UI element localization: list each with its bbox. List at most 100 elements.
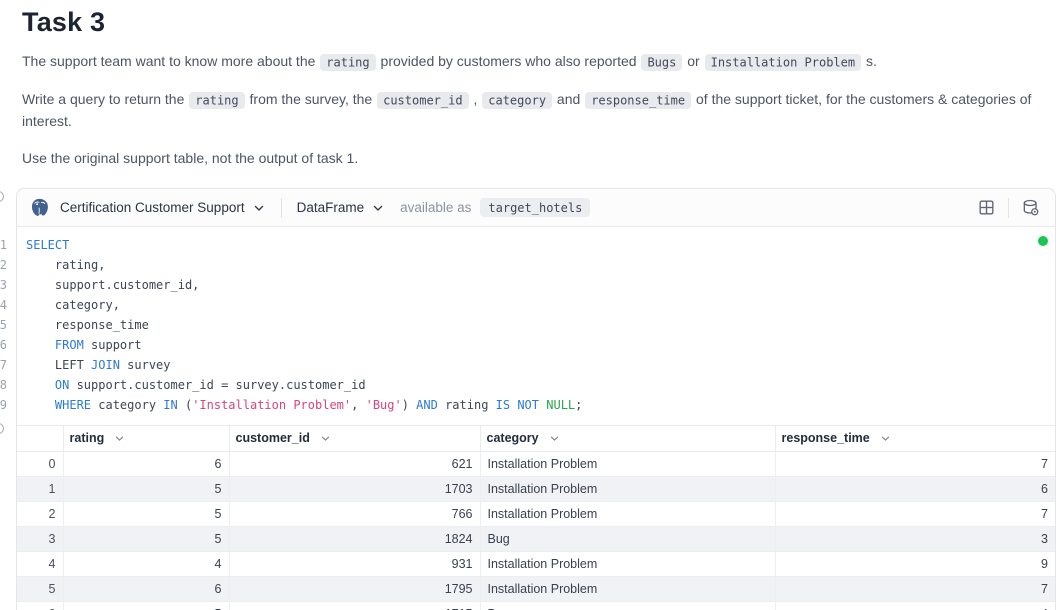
chevron-down-icon <box>252 201 266 215</box>
inline-code-chip: rating <box>189 92 244 109</box>
cell-rating: 6 <box>63 451 229 476</box>
cell-response_time: 3 <box>775 526 1055 551</box>
cell-category: Installation Problem <box>480 576 775 601</box>
sql-token: IN <box>163 398 177 412</box>
sql-token: support.customer_id = survey.customer_id <box>69 378 365 392</box>
row-index: 5 <box>17 576 63 601</box>
cell-response_time: 7 <box>775 451 1055 476</box>
table-row: 351824Bug3 <box>17 526 1055 551</box>
cell-response_time: 9 <box>775 551 1055 576</box>
row-index: 0 <box>17 451 63 476</box>
paragraph-text: s. <box>862 53 877 69</box>
output-type-selector[interactable]: DataFrame <box>297 200 386 215</box>
column-header-index <box>17 426 63 451</box>
row-index: 6 <box>17 601 63 610</box>
sql-token: rating, <box>26 258 105 272</box>
output-type-label: DataFrame <box>297 200 365 215</box>
line-number: 5 <box>0 315 7 335</box>
available-as-label: available as <box>400 200 471 215</box>
cell-customer_id: 1703 <box>229 476 480 501</box>
line-number: 8 <box>0 375 7 395</box>
sql-token <box>26 398 55 412</box>
line-number: 7 <box>0 355 7 375</box>
paragraph-text: from the survey, the <box>246 91 376 107</box>
code-line: SELECT <box>17 235 1055 255</box>
code-line: ON support.customer_id = survey.customer… <box>17 375 1055 395</box>
code-line: FROM support <box>17 335 1055 355</box>
available-as-chip[interactable]: target_hotels <box>480 198 590 217</box>
column-label: customer_id <box>236 431 310 445</box>
task-paragraph: Use the original support table, not the … <box>22 148 1032 169</box>
column-header-customer_id[interactable]: customer_id <box>229 426 480 451</box>
sql-token: 'Bug' <box>366 398 402 412</box>
database-preview-icon <box>1021 198 1041 218</box>
sql-token: survey <box>120 358 171 372</box>
table-row: 06621Installation Problem7 <box>17 451 1055 476</box>
line-number: 3 <box>0 275 7 295</box>
chevron-down-icon <box>113 432 126 445</box>
inline-code-chip: customer_id <box>377 92 468 109</box>
sql-token: NULL <box>546 398 575 412</box>
table-row: 561795Installation Problem7 <box>17 576 1055 601</box>
code-line: WHERE category IN ('Installation Problem… <box>17 395 1055 415</box>
line-number: 6 <box>0 335 7 355</box>
results-section: rating customer_id category response_time 0… <box>17 425 1055 610</box>
database-preview-icon-button[interactable] <box>1019 196 1043 220</box>
sql-token: ) <box>402 398 416 412</box>
code-line: category, <box>17 295 1055 315</box>
code-line: response_time <box>17 315 1055 335</box>
cell-run-button[interactable] <box>0 191 4 202</box>
sql-token <box>26 338 55 352</box>
inline-code-chip: response_time <box>585 92 691 109</box>
chevron-down-icon <box>548 432 561 445</box>
postgres-icon <box>29 197 50 218</box>
sql-editor[interactable]: 123456789 SELECT rating, support.custome… <box>17 227 1055 425</box>
sql-token: LEFT <box>26 358 91 372</box>
cell-rating: 5 <box>63 601 229 610</box>
sql-token: category <box>91 398 163 412</box>
row-index: 4 <box>17 551 63 576</box>
sql-token: 'Installation Problem' <box>192 398 351 412</box>
sql-token: category, <box>26 298 120 312</box>
table-grid-icon <box>977 198 996 217</box>
chevron-down-icon <box>319 432 332 445</box>
inline-code-chip: Bugs <box>641 54 682 71</box>
sql-cell-header: Certification Customer Support DataFrame… <box>17 189 1055 227</box>
column-header-rating[interactable]: rating <box>63 426 229 451</box>
results-collapse-button[interactable] <box>0 423 4 434</box>
code-line: support.customer_id, <box>17 275 1055 295</box>
cell-rating: 5 <box>63 526 229 551</box>
column-header-response_time[interactable]: response_time <box>775 426 1055 451</box>
paragraph-text: and <box>553 91 584 107</box>
results-table: rating customer_id category response_time 0… <box>17 426 1055 610</box>
sql-token: SELECT <box>26 238 69 252</box>
cell-customer_id: 1824 <box>229 526 480 551</box>
line-number: 4 <box>0 295 7 315</box>
page-title: Task 3 <box>22 6 1037 38</box>
task-intro: Task 3 The support team want to know mor… <box>0 0 1059 169</box>
sql-token: IS NOT <box>496 398 539 412</box>
header-divider <box>281 198 282 218</box>
notebook-page: Task 3 The support team want to know mor… <box>0 0 1059 610</box>
sql-token <box>26 378 55 392</box>
source-selector[interactable]: Certification Customer Support <box>60 200 266 215</box>
cell-rating: 4 <box>63 551 229 576</box>
column-header-category[interactable]: category <box>480 426 775 451</box>
sql-token: WHERE <box>55 398 91 412</box>
cell-category: Installation Problem <box>480 501 775 526</box>
sql-cell: Certification Customer Support DataFrame… <box>16 188 1056 610</box>
paragraph-text: Write a query to return the <box>22 91 188 107</box>
line-number: 9 <box>0 395 7 415</box>
code-line: rating, <box>17 255 1055 275</box>
column-label: category <box>487 431 539 445</box>
sql-token: JOIN <box>91 358 120 372</box>
sql-token: , <box>351 398 365 412</box>
table-grid-icon-button[interactable] <box>975 196 998 219</box>
header-divider <box>1008 198 1009 218</box>
table-row: 151703Installation Problem6 <box>17 476 1055 501</box>
cell-customer_id: 1715 <box>229 601 480 610</box>
cell-response_time: 6 <box>775 476 1055 501</box>
sql-token: ON <box>55 378 69 392</box>
paragraph-text: or <box>683 53 703 69</box>
source-selector-label: Certification Customer Support <box>60 200 245 215</box>
